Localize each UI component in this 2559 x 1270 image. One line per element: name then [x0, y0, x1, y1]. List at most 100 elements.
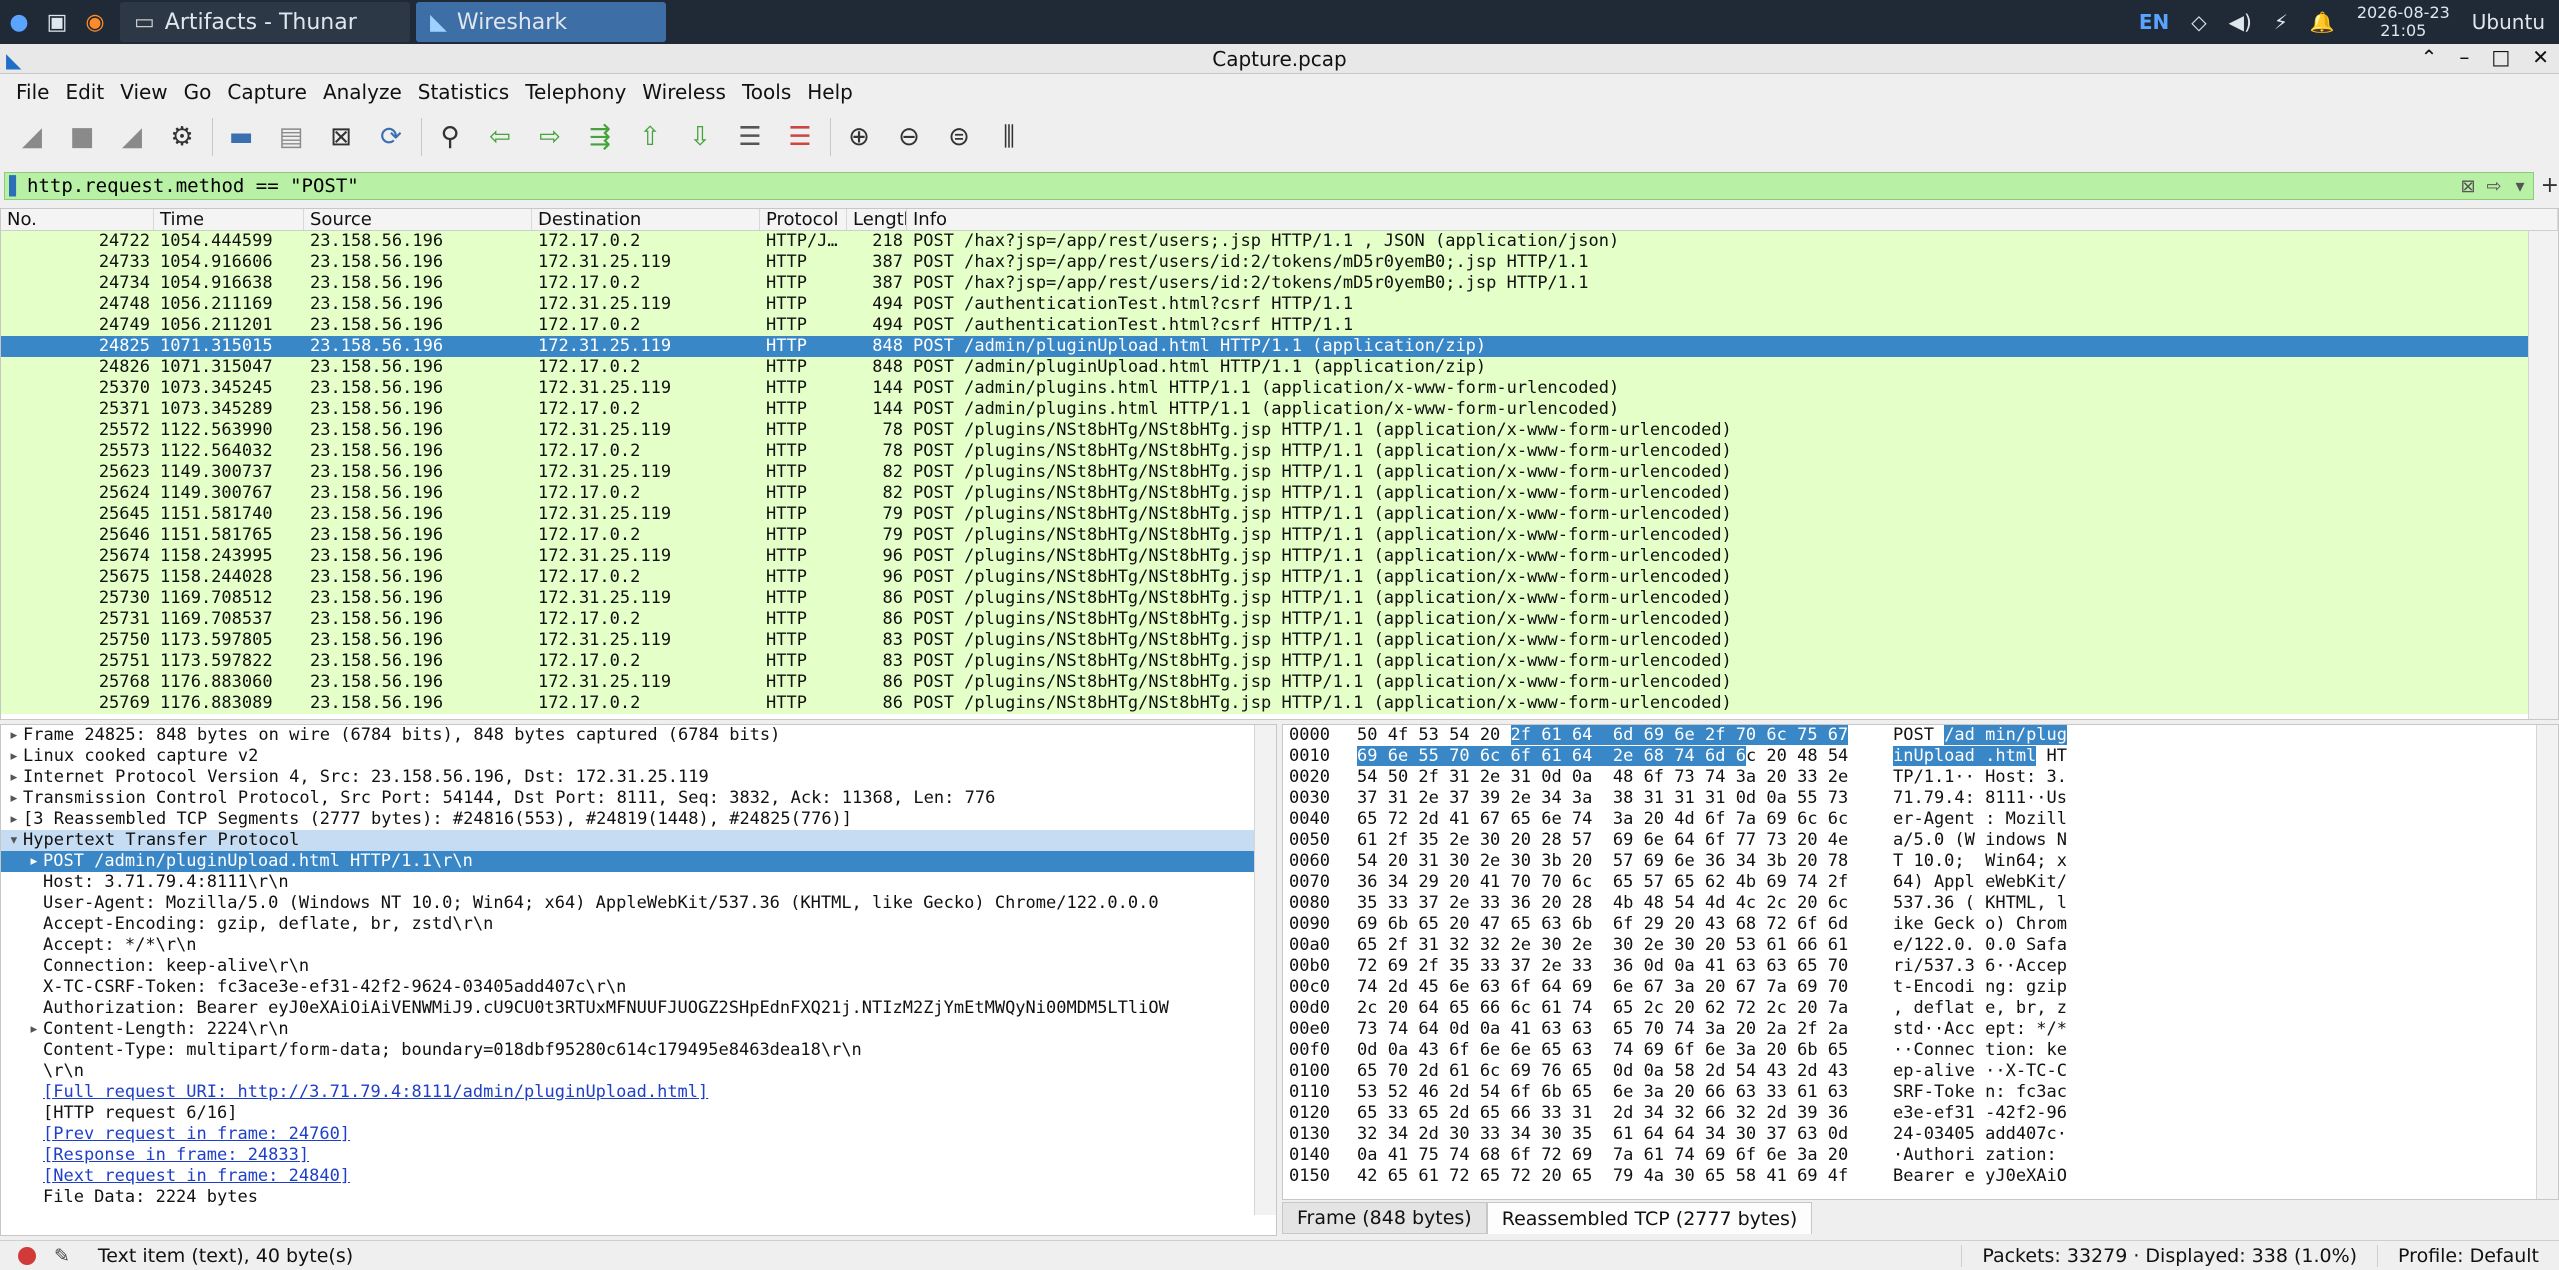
- detail-tree-item[interactable]: ▸ Content-Length: 2224\r\n: [1, 1019, 1276, 1040]
- stop-capture-icon[interactable]: ■: [62, 115, 102, 159]
- menu-help[interactable]: Help: [799, 80, 861, 104]
- expand-arrow-icon[interactable]: ▸: [1, 851, 39, 871]
- save-file-icon[interactable]: ▤: [271, 115, 311, 159]
- open-file-icon[interactable]: ▬: [221, 115, 261, 159]
- detail-tree-item[interactable]: ▾ Hypertext Transfer Protocol: [1, 830, 1276, 851]
- apply-filter-icon[interactable]: ⇨: [2481, 174, 2507, 198]
- packet-row[interactable]: 24826 1071.315047 23.158.56.196 172.17.0.2 H…: [1, 357, 2558, 378]
- detail-tree-item[interactable]: Connection: keep-alive\r\n: [1, 956, 1276, 977]
- detail-tree-item[interactable]: [Prev request in frame: 24760]: [1, 1124, 1276, 1145]
- hex-row[interactable]: 0100 65 70 2d 61 6c 69 76 65 0d 0a 58 2d …: [1283, 1061, 2558, 1082]
- detail-tree-item[interactable]: User-Agent: Mozilla/5.0 (Windows NT 10.0…: [1, 893, 1276, 914]
- volume-icon[interactable]: ◀): [2229, 10, 2252, 34]
- packet-row[interactable]: 25768 1176.883060 23.158.56.196 172.31.25.1…: [1, 672, 2558, 693]
- colorize-icon[interactable]: ☰: [780, 115, 820, 159]
- add-filter-button-icon[interactable]: +: [2541, 173, 2559, 198]
- filter-bookmark-icon[interactable]: ▌: [5, 176, 27, 197]
- hex-row[interactable]: 0140 0a 41 75 74 68 6f 72 69 7a 61 74 69 …: [1283, 1145, 2558, 1166]
- column-header-protocol[interactable]: Protocol: [760, 209, 847, 230]
- menu-edit[interactable]: Edit: [57, 80, 112, 104]
- zoom-normal-icon[interactable]: ⊜: [939, 115, 979, 159]
- display-filter-input[interactable]: [27, 173, 2455, 199]
- packet-row[interactable]: 25769 1176.883089 23.158.56.196 172.17.0.2 H…: [1, 693, 2558, 714]
- packet-row[interactable]: 25675 1158.244028 23.158.56.196 172.17.0.2 H…: [1, 567, 2558, 588]
- expand-arrow-icon[interactable]: ▸: [1, 1019, 39, 1039]
- capture-options-icon[interactable]: ⚙: [162, 115, 202, 159]
- go-last-packet-icon[interactable]: ⇩: [680, 115, 720, 159]
- detail-tree-item[interactable]: Authorization: Bearer eyJ0eXAiOiAiVENWMi…: [1, 998, 1276, 1019]
- column-header-info[interactable]: Info: [907, 209, 2558, 230]
- packet-list-scrollbar[interactable]: [2528, 231, 2558, 719]
- bytes-scrollbar[interactable]: [2536, 725, 2558, 1199]
- menu-tools[interactable]: Tools: [734, 80, 799, 104]
- hex-row[interactable]: 0020 54 50 2f 31 2e 31 0d 0a 48 6f 73 74 …: [1283, 767, 2558, 788]
- hex-row[interactable]: 0050 61 2f 35 2e 30 20 28 57 69 6e 64 6f …: [1283, 830, 2558, 851]
- packet-row[interactable]: 25370 1073.345245 23.158.56.196 172.31.25.1…: [1, 378, 2558, 399]
- filter-history-icon[interactable]: ▾: [2507, 174, 2533, 198]
- reload-file-icon[interactable]: ⟳: [371, 115, 411, 159]
- detail-tree-item[interactable]: Content-Type: multipart/form-data; bound…: [1, 1040, 1276, 1061]
- hex-row[interactable]: 00a0 65 2f 31 32 32 2e 30 2e 30 2e 30 20 …: [1283, 935, 2558, 956]
- expand-arrow-icon[interactable]: ▸: [1, 767, 19, 787]
- menu-view[interactable]: View: [112, 80, 175, 104]
- detail-tree-item[interactable]: [Next request in frame: 24840]: [1, 1166, 1276, 1187]
- column-header-source[interactable]: Source: [304, 209, 532, 230]
- packet-row[interactable]: 24825 1071.315015 23.158.56.196 172.31.25.1…: [1, 336, 2558, 357]
- close-icon[interactable]: ✕: [2532, 45, 2549, 69]
- detail-tree-item[interactable]: ▸ Transmission Control Protocol, Src Port…: [1, 788, 1276, 809]
- packet-row[interactable]: 24748 1056.211169 23.158.56.196 172.31.25.1…: [1, 294, 2558, 315]
- hex-row[interactable]: 0150 42 65 61 72 65 72 20 65 79 4a 30 65 …: [1283, 1166, 2558, 1187]
- close-file-icon[interactable]: ⊠: [321, 115, 361, 159]
- hex-row[interactable]: 00b0 72 69 2f 35 33 37 2e 33 36 0d 0a 41 …: [1283, 956, 2558, 977]
- packet-row[interactable]: 25623 1149.300737 23.158.56.196 172.31.25.1…: [1, 462, 2558, 483]
- hex-row[interactable]: 00f0 0d 0a 43 6f 6e 6e 65 63 74 69 6f 6e …: [1283, 1040, 2558, 1061]
- expand-arrow-icon[interactable]: ▸: [1, 725, 19, 745]
- profile-selector[interactable]: Profile: Default: [2377, 1245, 2559, 1267]
- zoom-in-icon[interactable]: ⊕: [839, 115, 879, 159]
- packet-row[interactable]: 24734 1054.916638 23.158.56.196 172.17.0.2 H…: [1, 273, 2558, 294]
- find-packet-icon[interactable]: ⚲: [430, 115, 470, 159]
- go-first-packet-icon[interactable]: ⇧: [630, 115, 670, 159]
- detail-tree-item[interactable]: File Data: 2224 bytes: [1, 1187, 1276, 1208]
- detail-tree-item[interactable]: ▸ Frame 24825: 848 bytes on wire (6784 bi…: [1, 725, 1276, 746]
- packet-row[interactable]: 25751 1173.597822 23.158.56.196 172.17.0.2 H…: [1, 651, 2558, 672]
- expand-arrow-icon[interactable]: ▾: [1, 830, 19, 850]
- detail-tree-item[interactable]: Accept-Encoding: gzip, deflate, br, zstd…: [1, 914, 1276, 935]
- tab-reassembled-tcp[interactable]: Reassembled TCP (2777 bytes): [1486, 1202, 1813, 1234]
- menu-statistics[interactable]: Statistics: [410, 80, 517, 104]
- zoom-out-icon[interactable]: ⊖: [889, 115, 929, 159]
- packet-row[interactable]: 25730 1169.708512 23.158.56.196 172.31.25.1…: [1, 588, 2558, 609]
- hex-row[interactable]: 0090 69 6b 65 20 47 65 63 6b 6f 29 20 43 …: [1283, 914, 2558, 935]
- packet-row[interactable]: 24722 1054.444599 23.158.56.196 172.17.0.2 H…: [1, 231, 2558, 252]
- taskbar-item-thunar[interactable]: ▭ Artifacts - Thunar: [120, 2, 410, 42]
- user-menu[interactable]: Ubuntu: [2472, 10, 2545, 34]
- packet-row[interactable]: 25645 1151.581740 23.158.56.196 172.31.25.1…: [1, 504, 2558, 525]
- expert-info-icon[interactable]: [18, 1246, 36, 1265]
- detail-tree-item[interactable]: [Response in frame: 24833]: [1, 1145, 1276, 1166]
- menu-go[interactable]: Go: [176, 80, 220, 104]
- edit-comment-icon[interactable]: ✎: [54, 1245, 70, 1267]
- notification-icon[interactable]: 🔔: [2310, 10, 2335, 34]
- hex-row[interactable]: 00d0 2c 20 64 65 66 6c 61 74 65 2c 20 62 …: [1283, 998, 2558, 1019]
- restart-capture-icon[interactable]: ◢: [112, 115, 152, 159]
- minimize-icon[interactable]: –: [2459, 45, 2469, 69]
- go-back-icon[interactable]: ⇦: [480, 115, 520, 159]
- hex-row[interactable]: 0110 53 52 46 2d 54 6f 6b 65 6e 3a 20 66 …: [1283, 1082, 2558, 1103]
- taskbar-item-wireshark[interactable]: ◣ Wireshark: [416, 2, 666, 42]
- menu-capture[interactable]: Capture: [219, 80, 315, 104]
- packet-row[interactable]: 25731 1169.708537 23.158.56.196 172.17.0.2 H…: [1, 609, 2558, 630]
- detail-tree-item[interactable]: \r\n: [1, 1061, 1276, 1082]
- detail-tree-item[interactable]: [HTTP request 6/16]: [1, 1103, 1276, 1124]
- start-capture-icon[interactable]: ◢: [12, 115, 52, 159]
- packet-row[interactable]: 25572 1122.563990 23.158.56.196 172.31.25.1…: [1, 420, 2558, 441]
- hex-row[interactable]: 0030 37 31 2e 37 39 2e 34 3a 38 31 31 31 …: [1283, 788, 2558, 809]
- expand-arrow-icon[interactable]: ▸: [1, 746, 19, 766]
- detail-tree-item[interactable]: X-TC-CSRF-Token: fc3ace3e-ef31-42f2-9624…: [1, 977, 1276, 998]
- shade-icon[interactable]: ⌃: [2421, 45, 2438, 69]
- column-header-destination[interactable]: Destination: [532, 209, 760, 230]
- packet-row[interactable]: 25624 1149.300767 23.158.56.196 172.17.0.2 H…: [1, 483, 2558, 504]
- hex-row[interactable]: 0130 32 34 2d 30 33 34 30 35 61 64 64 34 …: [1283, 1124, 2558, 1145]
- hex-row[interactable]: 0010 69 6e 55 70 6c 6f 61 64 2e 68 74 6d …: [1283, 746, 2558, 767]
- terminal-icon[interactable]: ▣: [38, 0, 76, 44]
- packet-row[interactable]: 25674 1158.243995 23.158.56.196 172.31.25.1…: [1, 546, 2558, 567]
